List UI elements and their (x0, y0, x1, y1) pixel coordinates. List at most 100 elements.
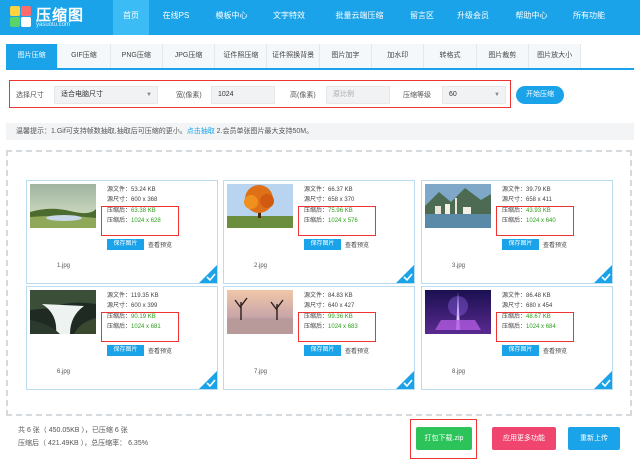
image-card: 源文件：39.79 KB 源尺寸：658 x 411 压缩后：43.93 KB 压缩后… (421, 180, 613, 284)
source-size: 源文件：39.79 KB (502, 187, 551, 193)
preview-link[interactable]: 查看预览 (543, 240, 567, 249)
tip-text-suffix: 2.会员单张图片最大支持50M。 (214, 128, 314, 135)
compress-stats: 共 6 张（ 450.05KB ），已压缩 6 张 压缩后（ 421.49KB … (18, 424, 148, 450)
tip-text: 温馨提示：1.Gif可支持帧数抽取,抽取后可压缩的更小。 (16, 128, 187, 135)
extract-frames-link[interactable]: 点击抽取 (187, 128, 215, 135)
file-name: 8.jpg (452, 369, 466, 375)
file-name: 7.jpg (254, 369, 268, 375)
tab-gif-compress[interactable]: GIF压缩 (58, 44, 111, 68)
source-size: 源文件：53.24 KB (107, 187, 156, 193)
save-image-button[interactable]: 保存图片 (502, 239, 539, 250)
logo[interactable]: 压缩图 yasuotu.com (10, 4, 110, 32)
file-name: 1.jpg (57, 263, 71, 269)
nav-item-upgrade[interactable]: 升级会员 (443, 0, 503, 35)
source-dimensions: 源尺寸：600 x 368 (107, 197, 158, 204)
level-label: 压缩等级 (403, 92, 431, 99)
compressed-size: 压缩后：75.96 KB (304, 207, 353, 214)
source-dimensions: 源尺寸：600 x 399 (107, 303, 158, 310)
image-info: 源文件：53.24 KB 源尺寸：600 x 368 压缩后：63.38 KB 压缩后… (107, 185, 161, 227)
nav-item-home[interactable]: 首页 (113, 0, 149, 35)
tab-resize[interactable]: 图片放大小 (528, 44, 582, 68)
level-select[interactable]: 60 ▼ (442, 86, 506, 104)
tab-id-photo-background[interactable]: 证件照换背景 (267, 44, 320, 68)
height-input[interactable]: 原比例 (326, 86, 390, 104)
compress-options: 选择尺寸 适合电脑尺寸 ▼ 宽(像素) 1024 高(像素) 原比例 压缩等级 … (9, 80, 511, 108)
image-thumbnail[interactable] (30, 290, 96, 334)
image-thumbnail[interactable] (425, 184, 491, 228)
preview-link[interactable]: 查看预览 (345, 346, 369, 355)
preview-link[interactable]: 查看预览 (148, 346, 172, 355)
nav-item-templates[interactable]: 模板中心 (203, 0, 260, 35)
height-label: 高(像素) (290, 92, 316, 99)
download-zip-button[interactable]: 打包下载.zip (416, 427, 472, 450)
image-info: 源文件：86.48 KB 源尺寸：680 x 454 压缩后：48.67 KB 压缩后… (502, 291, 556, 333)
start-compress-button[interactable]: 开始压缩 (516, 86, 564, 104)
nav-item-batch-compress[interactable]: 批量云端压缩 (318, 0, 401, 35)
tip-bar: 温馨提示：1.Gif可支持帧数抽取,抽取后可压缩的更小。点击抽取 2.会员单张图… (6, 123, 634, 140)
compressed-size: 压缩后：63.38 KB (107, 207, 156, 214)
file-name: 2.jpg (254, 263, 268, 269)
tab-jpg-compress[interactable]: JPG压缩 (162, 44, 216, 68)
selected-check-icon[interactable] (199, 265, 217, 283)
compressed-dimensions: 压缩后：1024 x 576 (304, 218, 358, 225)
selected-check-icon[interactable] (199, 371, 217, 389)
tab-image-compress[interactable]: 图片压缩 (6, 44, 59, 68)
chevron-down-icon: ▼ (146, 92, 152, 98)
save-image-button[interactable]: 保存图片 (304, 345, 341, 356)
selected-check-icon[interactable] (396, 371, 414, 389)
image-card: 源文件：53.24 KB 源尺寸：600 x 368 压缩后：63.38 KB 压缩后… (26, 180, 218, 284)
compressed-dimensions: 压缩后：1024 x 628 (107, 218, 161, 225)
compressed-dimensions: 压缩后：1024 x 684 (502, 324, 556, 331)
source-size: 源文件：86.48 KB (502, 293, 551, 299)
level-select-value: 60 (449, 91, 457, 98)
width-input[interactable]: 1024 (211, 86, 275, 104)
logo-icon (10, 6, 32, 28)
source-dimensions: 源尺寸：680 x 454 (502, 303, 553, 310)
preview-link[interactable]: 查看预览 (148, 240, 172, 249)
image-thumbnail[interactable] (30, 184, 96, 228)
save-image-button[interactable]: 保存图片 (107, 345, 144, 356)
reupload-button[interactable]: 重新上传 (568, 427, 620, 450)
compressed-size: 压缩后：43.93 KB (502, 207, 551, 214)
nav-item-online-ps[interactable]: 在线PS (149, 0, 203, 35)
image-card: 源文件：66.37 KB 源尺寸：658 x 370 压缩后：75.96 KB 压缩后… (223, 180, 415, 284)
tab-watermark[interactable]: 加水印 (372, 44, 425, 68)
tab-crop[interactable]: 图片裁剪 (476, 44, 529, 68)
source-dimensions: 源尺寸：658 x 370 (304, 197, 355, 204)
preview-link[interactable]: 查看预览 (345, 240, 369, 249)
size-select[interactable]: 适合电脑尺寸 ▼ (54, 86, 158, 104)
width-label: 宽(像素) (176, 92, 202, 99)
top-navbar: 压缩图 yasuotu.com 首页 在线PS 模板中心 文字特效 批量云端压缩… (0, 0, 640, 35)
nav-item-help[interactable]: 帮助中心 (503, 0, 560, 35)
tab-png-compress[interactable]: PNG压缩 (110, 44, 163, 68)
image-card: 源文件：84.83 KB 源尺寸：640 x 427 压缩后：99.36 KB 压缩后… (223, 286, 415, 390)
compressed-size: 压缩后：48.67 KB (502, 313, 551, 320)
tab-convert-format[interactable]: 转格式 (424, 44, 477, 68)
image-card: 源文件：86.48 KB 源尺寸：680 x 454 压缩后：48.67 KB 压缩后… (421, 286, 613, 390)
compressed-dimensions: 压缩后：1024 x 683 (304, 324, 358, 331)
selected-check-icon[interactable] (396, 265, 414, 283)
save-image-button[interactable]: 保存图片 (107, 239, 144, 250)
image-thumbnail[interactable] (425, 290, 491, 334)
tool-tabs: 图片压缩 GIF压缩 PNG压缩 JPG压缩 证件照压缩 证件照换背景 图片加字… (6, 44, 634, 70)
image-info: 源文件：66.37 KB 源尺寸：658 x 370 压缩后：75.96 KB 压缩后… (304, 185, 358, 227)
image-thumbnail[interactable] (227, 290, 293, 334)
image-info: 源文件：84.83 KB 源尺寸：640 x 427 压缩后：99.36 KB 压缩后… (304, 291, 358, 333)
selected-check-icon[interactable] (594, 265, 612, 283)
tab-id-photo-compress[interactable]: 证件照压缩 (215, 44, 268, 68)
nav-item-text-effects[interactable]: 文字特效 (260, 0, 318, 35)
save-image-button[interactable]: 保存图片 (304, 239, 341, 250)
source-size: 源文件：119.35 KB (107, 293, 159, 299)
image-card: 源文件：119.35 KB 源尺寸：600 x 399 压缩后：90.19 KB 压缩… (26, 286, 218, 390)
more-features-button[interactable]: 应用更多功能 (492, 427, 556, 450)
selected-check-icon[interactable] (594, 371, 612, 389)
stats-ratio: 压缩后（ 421.49KB ），总压缩率： 6.35% (18, 440, 148, 447)
image-thumbnail[interactable] (227, 184, 293, 228)
nav-item-guestbook[interactable]: 留言区 (401, 0, 443, 35)
nav-item-all-features[interactable]: 所有功能 (560, 0, 618, 35)
chevron-down-icon: ▼ (494, 92, 500, 98)
tab-add-text[interactable]: 图片加字 (319, 44, 373, 68)
size-label: 选择尺寸 (16, 92, 44, 99)
save-image-button[interactable]: 保存图片 (502, 345, 539, 356)
preview-link[interactable]: 查看预览 (543, 346, 567, 355)
